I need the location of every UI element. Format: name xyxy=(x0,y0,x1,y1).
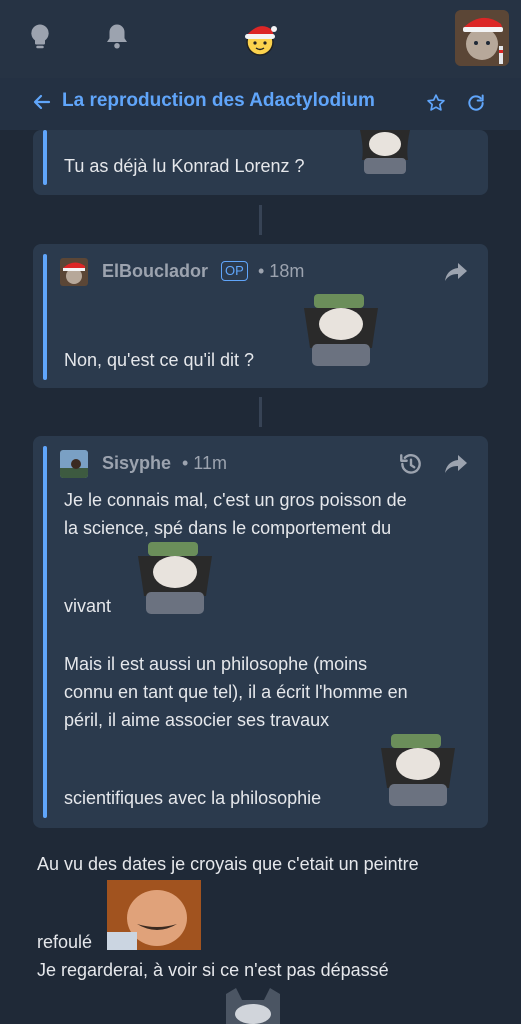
history-icon[interactable] xyxy=(398,451,424,477)
emote-sticker xyxy=(138,542,212,614)
emote-sticker xyxy=(304,294,378,366)
author-name[interactable]: ElBouclador xyxy=(102,261,208,282)
thread-indent-bar xyxy=(43,130,47,185)
comment-text-line: refoulé xyxy=(37,932,93,952)
emote-sticker xyxy=(360,130,410,174)
back-arrow-icon[interactable] xyxy=(33,93,51,111)
thread-connector xyxy=(259,397,262,427)
author-avatar[interactable] xyxy=(60,258,88,286)
comment-text-line: la science, spé dans le comportement du xyxy=(64,518,392,538)
emote-image xyxy=(107,880,201,950)
comment-text-line: Mais il est aussi un philosophe (moins xyxy=(64,654,368,674)
star-icon[interactable] xyxy=(426,93,446,113)
emote-sticker xyxy=(381,734,455,806)
emote-sticker xyxy=(226,988,280,1024)
comment-text-line: Au vu des dates je croyais que c'etait u… xyxy=(37,854,419,874)
lightbulb-icon[interactable] xyxy=(25,22,55,52)
comment-text-line: connu en tant que tel), il a écrit l'hom… xyxy=(64,682,408,702)
comment-text: Non, qu'est ce qu'il dit ? xyxy=(64,350,254,370)
user-avatar[interactable] xyxy=(455,10,509,66)
bell-icon[interactable] xyxy=(102,22,132,52)
top-navbar xyxy=(0,0,521,78)
refresh-icon[interactable] xyxy=(466,93,486,113)
comment-text-line: Je regarderai, à voir si ce n'est pas dé… xyxy=(37,960,389,980)
comment-text-line: scientifiques avec la philosophie xyxy=(64,788,322,808)
thread-indent-bar xyxy=(43,446,47,818)
thread-connector xyxy=(259,205,262,235)
author-avatar[interactable] xyxy=(60,450,88,478)
op-badge: OP xyxy=(221,261,248,281)
author-name[interactable]: Sisyphe xyxy=(102,453,171,474)
post-title[interactable]: La reproduction des Adactylodium xyxy=(62,90,375,112)
comment-text-line: péril, il aime associer ses travaux xyxy=(64,710,330,730)
thread-indent-bar xyxy=(43,254,47,380)
share-icon[interactable] xyxy=(444,261,468,283)
comment-text-line: Je le connais mal, c'est un gros poisson… xyxy=(64,490,407,510)
share-icon[interactable] xyxy=(444,453,468,475)
mascot-santa-icon[interactable] xyxy=(240,18,280,58)
comment-time: • 11m xyxy=(182,453,227,473)
comment-text: Tu as déjà lu Konrad Lorenz ? xyxy=(64,156,305,176)
comment-text-line: vivant xyxy=(64,596,112,616)
comment-time: • 18m xyxy=(258,261,305,281)
